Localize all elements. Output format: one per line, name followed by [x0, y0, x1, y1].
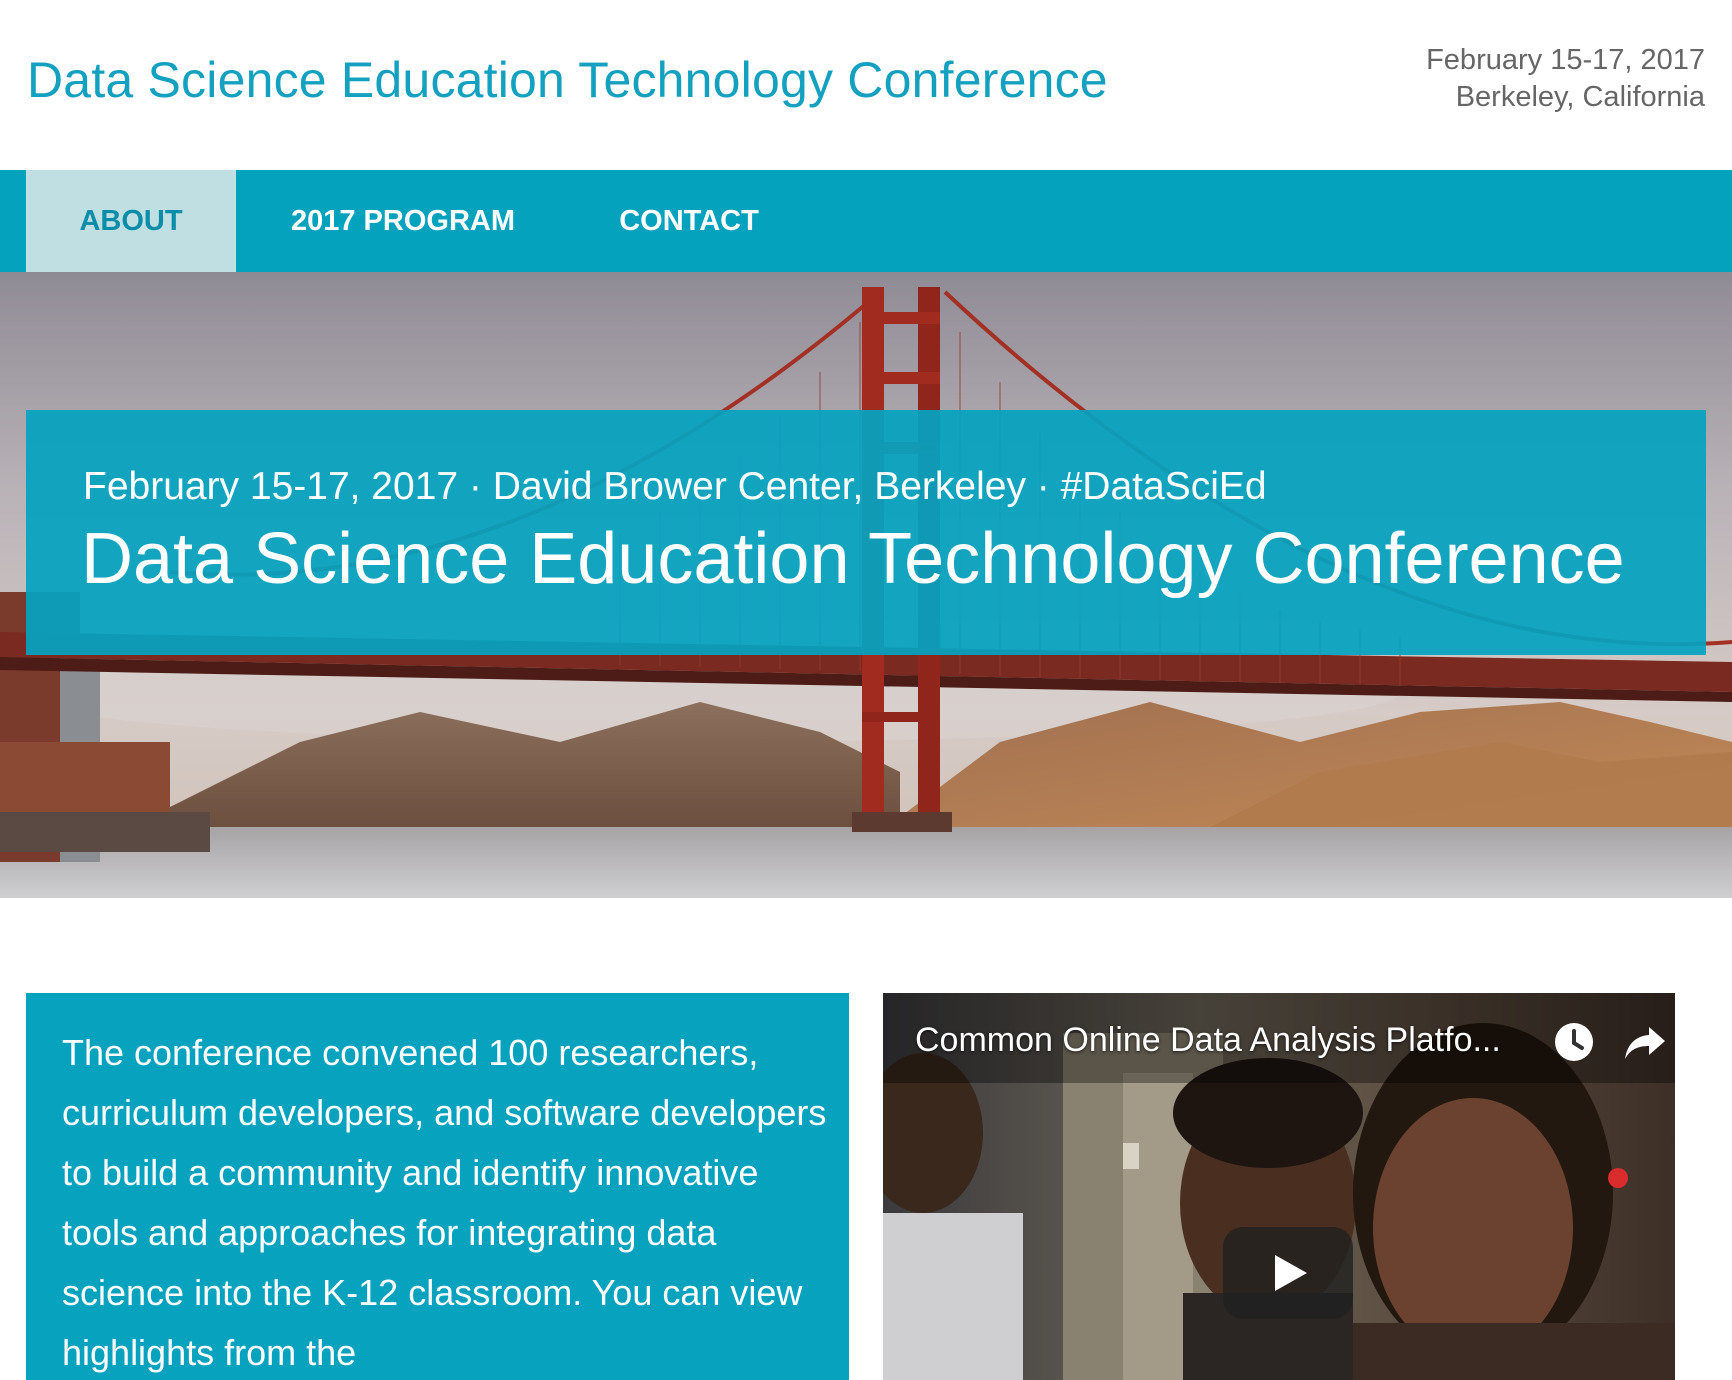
event-location: Berkeley, California — [1455, 81, 1705, 113]
play-button[interactable] — [1223, 1227, 1353, 1319]
nav-item-contact[interactable]: CONTACT — [614, 170, 764, 272]
intro-text: The conference convened 100 researchers,… — [62, 1032, 827, 1373]
hero-subtitle: February 15-17, 2017 · David Brower Cent… — [83, 465, 1267, 508]
video-embed[interactable]: Common Online Data Analysis Platfo... — [883, 993, 1675, 1380]
site-header: Data Science Education Technology Confer… — [0, 0, 1732, 170]
nav-item-about[interactable]: ABOUT — [26, 170, 236, 272]
video-title[interactable]: Common Online Data Analysis Platfo... — [915, 1019, 1501, 1061]
event-dates: February 15-17, 2017 — [1426, 44, 1705, 76]
site-title[interactable]: Data Science Education Technology Confer… — [27, 46, 1108, 114]
hero: February 15-17, 2017 · David Brower Cent… — [0, 272, 1732, 898]
share-arrow-icon[interactable] — [1623, 1021, 1667, 1063]
hero-title: Data Science Education Technology Confer… — [81, 519, 1625, 599]
main-nav: ABOUT 2017 PROGRAM CONTACT — [0, 170, 1732, 272]
intro-card: The conference convened 100 researchers,… — [26, 993, 849, 1380]
hero-banner: February 15-17, 2017 · David Brower Cent… — [26, 410, 1706, 655]
clock-icon[interactable] — [1553, 1021, 1595, 1063]
play-icon — [1275, 1255, 1307, 1291]
nav-item-2017-program[interactable]: 2017 PROGRAM — [288, 170, 518, 272]
event-meta: February 15-17, 2017 Berkeley, Californi… — [1426, 42, 1705, 116]
